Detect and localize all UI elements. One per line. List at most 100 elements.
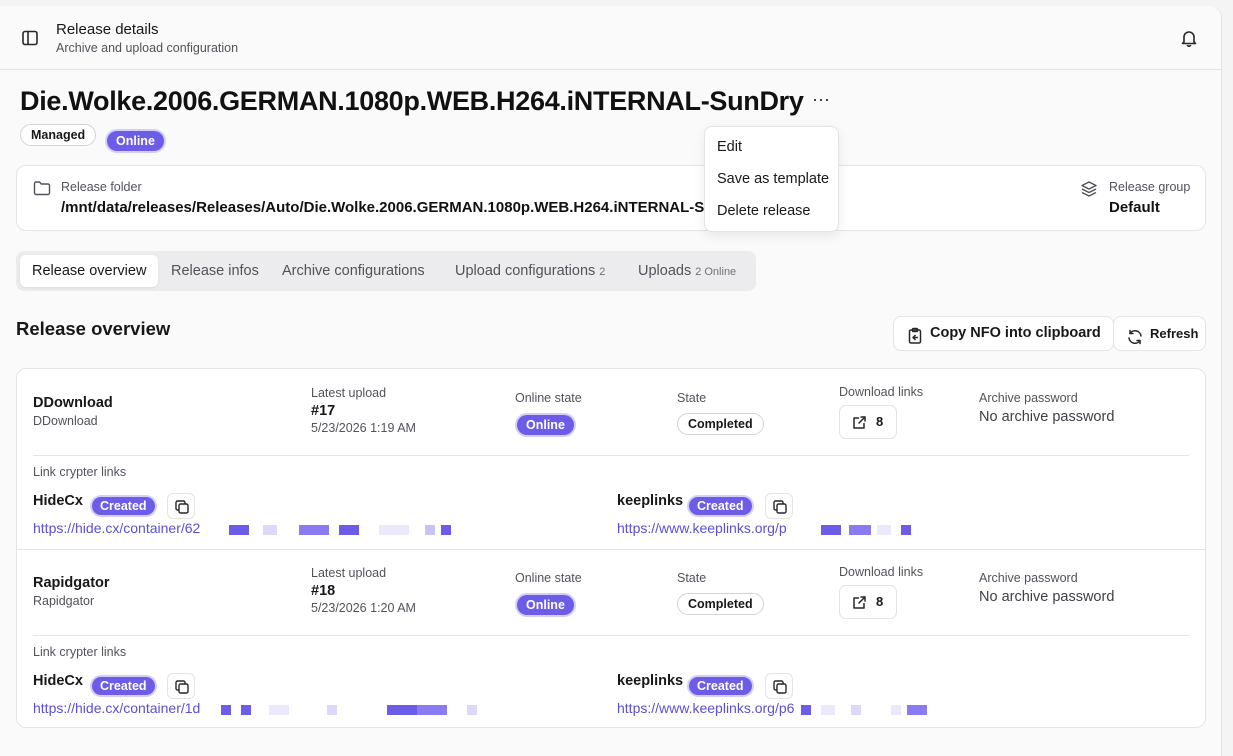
section-title: Release overview xyxy=(16,318,171,339)
redacted-link-fragment xyxy=(203,525,463,535)
row-divider xyxy=(33,635,1189,636)
crypter-link[interactable]: https://www.keeplinks.org/p6 xyxy=(617,700,794,716)
copy-icon xyxy=(175,500,189,514)
hoster-subtitle: DDownload xyxy=(33,414,98,428)
state-label: State xyxy=(677,391,707,405)
copy-link-button[interactable] xyxy=(765,673,793,699)
menu-item-save-template[interactable]: Save as template xyxy=(717,171,829,187)
online-state-label: Online state xyxy=(515,571,582,585)
upload-number: #17 xyxy=(311,403,336,419)
crypter-name: keeplinks xyxy=(617,493,684,509)
tab-count: 2 Online xyxy=(695,266,737,278)
redacted-link-fragment xyxy=(787,525,947,535)
upload-number: #18 xyxy=(311,583,336,599)
download-links-label: Download links xyxy=(839,385,924,399)
upload-date: 5/23/2026 1:19 AM xyxy=(311,421,416,435)
link-crypter-label: Link crypter links xyxy=(33,645,127,659)
archive-password-label: Archive password xyxy=(979,391,1078,405)
copy-nfo-label: Copy NFO into clipboard xyxy=(930,325,1101,341)
external-link-icon xyxy=(853,416,866,429)
more-options-button[interactable]: ··· xyxy=(808,90,834,114)
release-actions-menu: Edit Save as template Delete release xyxy=(704,126,839,232)
tab-label: Uploads xyxy=(638,263,692,279)
crypter-name: HideCx xyxy=(33,493,83,509)
release-folder-path: /mnt/data/releases/Releases/Auto/Die.Wol… xyxy=(61,199,748,216)
refresh-button[interactable]: Refresh xyxy=(1113,316,1206,351)
folder-icon xyxy=(33,180,51,196)
row-divider xyxy=(33,455,1189,456)
bell-icon[interactable] xyxy=(1179,28,1199,48)
tab-label: Release infos xyxy=(171,263,259,279)
state-badge: Completed xyxy=(677,593,764,615)
tab-label: Archive configurations xyxy=(282,263,425,279)
download-links-button[interactable]: 8 xyxy=(839,405,897,439)
menu-item-edit[interactable]: Edit xyxy=(717,139,742,155)
hoster-subtitle: Rapidgator xyxy=(33,594,95,608)
release-folder-card: Release folder /mnt/data/releases/Releas… xyxy=(16,165,1206,231)
uploads-card: DDownload DDownload Latest upload #17 5/… xyxy=(16,368,1206,728)
header-title: Release details xyxy=(56,21,159,38)
upload-date: 5/23/2026 1:20 AM xyxy=(311,601,416,615)
page-title: Die.Wolke.2006.GERMAN.1080p.WEB.H264.iNT… xyxy=(20,86,804,116)
tab-release-infos[interactable]: Release infos xyxy=(159,255,271,287)
copy-icon xyxy=(175,680,189,694)
crypter-status-badge: Created xyxy=(689,497,752,515)
release-group-label: Release group xyxy=(1109,180,1191,194)
refresh-label: Refresh xyxy=(1150,326,1199,341)
app-window: Release details Archive and upload confi… xyxy=(0,6,1222,756)
upload-row: Rapidgator Rapidgator Latest upload #18 … xyxy=(17,549,1205,727)
latest-upload-label: Latest upload xyxy=(311,386,387,400)
copy-nfo-button[interactable]: Copy NFO into clipboard xyxy=(893,316,1114,351)
refresh-icon xyxy=(1126,325,1144,345)
archive-password-value: No archive password xyxy=(979,589,1115,605)
download-count: 8 xyxy=(876,594,884,609)
redacted-link-fragment xyxy=(795,705,955,715)
layers-icon xyxy=(1080,180,1098,198)
tab-label: Upload configurations xyxy=(455,263,596,279)
link-crypter-label: Link crypter links xyxy=(33,465,127,479)
sidebar-icon[interactable] xyxy=(20,28,40,48)
state-badge: Completed xyxy=(677,413,764,435)
release-folder-label: Release folder xyxy=(61,180,142,194)
copy-link-button[interactable] xyxy=(765,493,793,519)
copy-link-button[interactable] xyxy=(167,673,195,699)
hoster-name: Rapidgator xyxy=(33,575,110,591)
release-group-value: Default xyxy=(1109,199,1160,216)
archive-password-value: No archive password xyxy=(979,409,1115,425)
tab-label: Release overview xyxy=(32,263,147,279)
crypter-link[interactable]: https://www.keeplinks.org/p xyxy=(617,520,787,536)
download-links-button[interactable]: 8 xyxy=(839,585,897,619)
crypter-link[interactable]: https://hide.cx/container/1d xyxy=(33,700,200,716)
copy-icon xyxy=(773,500,787,514)
tab-count: 2 xyxy=(599,266,606,278)
copy-link-button[interactable] xyxy=(167,493,195,519)
menu-item-delete-release[interactable]: Delete release xyxy=(717,203,811,219)
crypter-link[interactable]: https://hide.cx/container/62 xyxy=(33,520,200,536)
crypter-name: keeplinks xyxy=(617,673,684,689)
crypter-status-badge: Created xyxy=(92,677,155,695)
external-link-icon xyxy=(853,596,866,609)
header-subtitle: Archive and upload configuration xyxy=(56,41,239,55)
tab-archive-configurations[interactable]: Archive configurations xyxy=(270,255,437,287)
tab-uploads[interactable]: Uploads 2 Online xyxy=(626,255,748,287)
clipboard-icon xyxy=(906,325,924,344)
crypter-status-badge: Created xyxy=(92,497,155,515)
archive-password-label: Archive password xyxy=(979,571,1078,585)
latest-upload-label: Latest upload xyxy=(311,566,387,580)
online-state-badge: Online xyxy=(517,415,574,435)
tab-release-overview[interactable]: Release overview xyxy=(20,255,159,287)
hoster-name: DDownload xyxy=(33,395,113,411)
tab-upload-configurations[interactable]: Upload configurations 2 xyxy=(443,255,617,287)
download-links-label: Download links xyxy=(839,565,924,579)
download-count: 8 xyxy=(876,414,884,429)
crypter-status-badge: Created xyxy=(689,677,752,695)
crypter-name: HideCx xyxy=(33,673,83,689)
upload-row: DDownload DDownload Latest upload #17 5/… xyxy=(17,369,1205,549)
tab-bar: Release overview Release infos Archive c… xyxy=(16,251,756,291)
copy-icon xyxy=(773,680,787,694)
state-label: State xyxy=(677,571,707,585)
managed-badge: Managed xyxy=(20,124,97,146)
online-state-label: Online state xyxy=(515,391,582,405)
online-badge: Online xyxy=(107,131,164,151)
redacted-link-fragment xyxy=(203,705,477,715)
